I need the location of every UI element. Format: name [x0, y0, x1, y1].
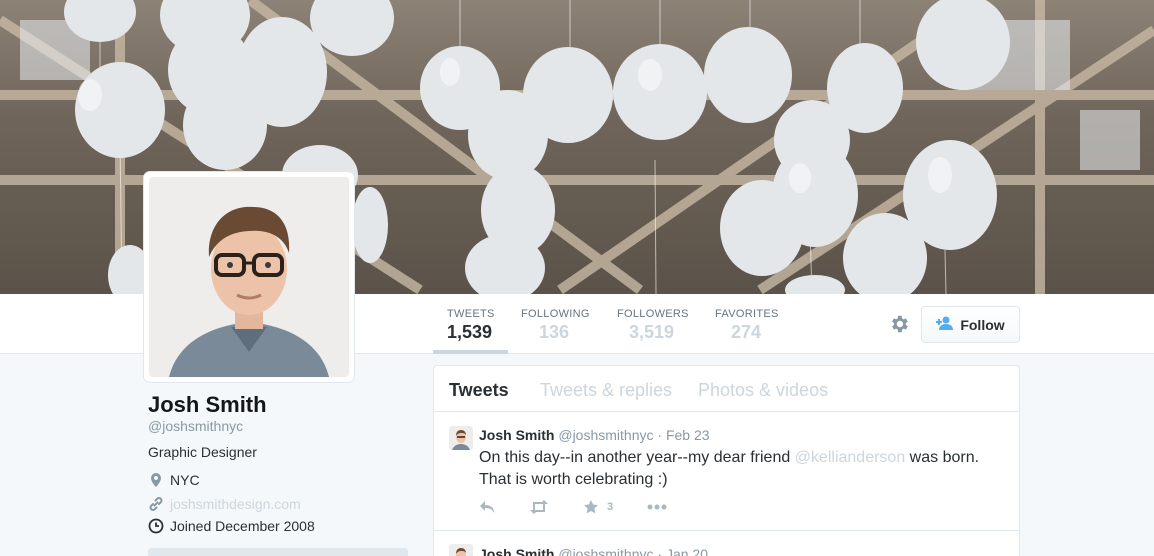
tweet-date[interactable]: · Feb 23 — [657, 427, 709, 443]
star-icon — [583, 499, 599, 515]
tweet-header: Josh Smith @joshsmithnyc · Jan 20 — [479, 546, 708, 556]
profile-joined-text: Joined December 2008 — [170, 518, 315, 534]
profile-joined: Joined December 2008 — [148, 518, 315, 534]
tweet-mention-link[interactable]: @kellianderson — [795, 449, 906, 466]
stat-followers-label: FOLLOWERS — [617, 308, 689, 320]
profile-avatar[interactable] — [144, 172, 354, 382]
profile-website-link[interactable]: joshsmithdesign.com — [170, 496, 301, 512]
stat-followers[interactable]: FOLLOWERS 3,519 — [617, 308, 689, 343]
follow-button-label: Follow — [960, 316, 1005, 333]
retweet-icon[interactable] — [529, 500, 549, 514]
tweet-author-name[interactable]: Josh Smith — [479, 546, 554, 556]
reply-icon[interactable] — [479, 500, 495, 514]
tweet-item[interactable]: Josh Smith @joshsmithnyc · Jan 20 — [434, 532, 1019, 556]
stat-followers-value: 3,519 — [629, 322, 675, 342]
timeline-tabs: Tweets Tweets & replies Photos & videos — [434, 366, 1019, 412]
gear-icon[interactable] — [888, 313, 910, 335]
add-user-icon — [936, 316, 954, 333]
link-icon — [148, 496, 164, 512]
tweet-item[interactable]: Josh Smith @joshsmithnyc · Feb 23 On thi… — [434, 413, 1019, 531]
stat-favorites-label: FAVORITES — [715, 308, 779, 320]
favorite-count: 3 — [607, 501, 614, 513]
stat-favorites[interactable]: FAVORITES 274 — [715, 308, 779, 343]
tab-tweets[interactable]: Tweets — [449, 380, 509, 401]
tweet-avatar[interactable] — [449, 426, 473, 450]
follow-button[interactable]: Follow — [921, 306, 1020, 343]
tweet-text: On this day--in another year--my dear fr… — [479, 447, 999, 491]
favorite-action[interactable]: 3 — [583, 499, 613, 515]
tweet-avatar[interactable] — [449, 544, 473, 556]
active-stat-underline — [433, 350, 508, 354]
profile-bio: Graphic Designer — [148, 444, 257, 460]
stat-tweets-value: 1,539 — [447, 322, 493, 342]
tweet-text-before: On this day--in another year--my dear fr… — [479, 449, 795, 466]
profile-card-placeholder — [148, 548, 408, 556]
stat-tweets-label: TWEETS — [447, 308, 495, 320]
stat-following[interactable]: FOLLOWING 136 — [521, 308, 590, 343]
avatar-photo — [149, 177, 349, 377]
tweet-actions: 3 — [479, 499, 701, 515]
stat-tweets[interactable]: TWEETS 1,539 — [447, 308, 495, 343]
stat-following-value: 136 — [539, 322, 570, 342]
profile-name[interactable]: Josh Smith — [148, 392, 267, 418]
profile-location-text: NYC — [170, 472, 200, 488]
tweet-timeline: Tweets Tweets & replies Photos & videos … — [433, 365, 1020, 556]
tweet-author-name[interactable]: Josh Smith — [479, 427, 554, 443]
clock-icon — [148, 518, 164, 534]
tweet-date[interactable]: · Jan 20 — [657, 546, 708, 556]
profile-website[interactable]: joshsmithdesign.com — [148, 496, 301, 512]
more-icon[interactable] — [647, 504, 667, 510]
tab-photos-and-videos[interactable]: Photos & videos — [698, 380, 828, 401]
tweet-author-handle[interactable]: @joshsmithnyc — [558, 546, 653, 556]
profile-location: NYC — [148, 472, 200, 488]
tweet-author-handle[interactable]: @joshsmithnyc — [558, 427, 653, 443]
tab-tweets-and-replies[interactable]: Tweets & replies — [540, 380, 672, 401]
stat-following-label: FOLLOWING — [521, 308, 590, 320]
stat-favorites-value: 274 — [731, 322, 762, 342]
map-pin-icon — [148, 472, 164, 488]
tweet-header: Josh Smith @joshsmithnyc · Feb 23 — [479, 427, 710, 443]
profile-handle[interactable]: @joshsmithnyc — [148, 418, 243, 434]
